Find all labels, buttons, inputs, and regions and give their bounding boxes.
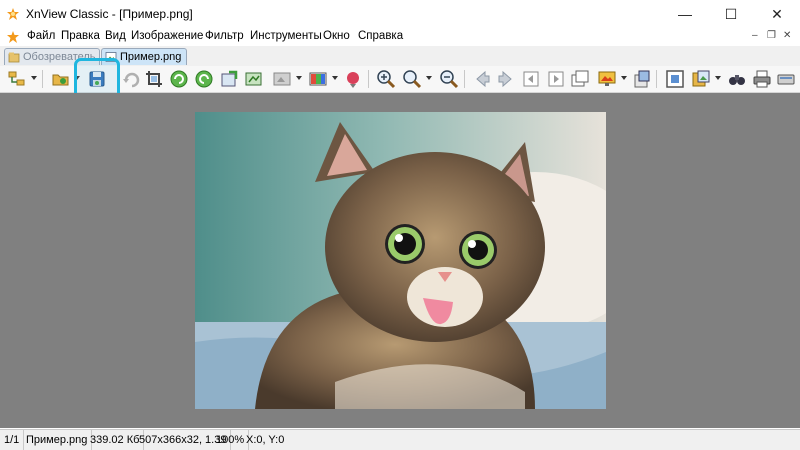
status-filename: Пример.png: [22, 430, 93, 450]
rotate-left-icon: [170, 70, 188, 88]
slideshow-dropdown-arrow[interactable]: [296, 76, 302, 80]
crop-icon: [146, 71, 162, 87]
toolbar-separator: [656, 70, 657, 88]
zoom-in-button[interactable]: [376, 69, 396, 89]
print-icon: [753, 70, 771, 88]
properties-button[interactable]: [632, 69, 652, 89]
screen-dropdown-arrow[interactable]: [621, 76, 627, 80]
next-button[interactable]: [496, 69, 516, 89]
mdi-minimize-button[interactable]: ‒: [752, 30, 758, 41]
screen-icon: [598, 71, 616, 86]
title-bar[interactable]: XnView Classic - [Пример.png] — ☐ ✕: [0, 0, 800, 28]
maximize-button[interactable]: ☐: [708, 0, 754, 28]
menu-file[interactable]: Файл: [27, 30, 55, 42]
screen-button[interactable]: [597, 69, 617, 89]
zoom-out-button[interactable]: [439, 69, 459, 89]
status-coordinates: X:0, Y:0: [246, 434, 285, 446]
status-image-index: 1/1: [0, 430, 25, 450]
undo-icon: [123, 72, 140, 88]
mdi-close-button[interactable]: ✕: [783, 30, 791, 41]
last-page-icon: [548, 71, 564, 87]
convert-button[interactable]: [244, 69, 264, 89]
filter-icon: [347, 72, 359, 88]
minimize-icon: —: [678, 6, 692, 22]
window-title: XnView Classic - [Пример.png]: [26, 7, 193, 21]
maximize-icon: ☐: [724, 5, 738, 22]
close-icon: ✕: [771, 5, 783, 22]
zoom-in-icon: [377, 70, 396, 89]
previous-icon: [476, 70, 490, 88]
tab-bar: Обозреватель Пример.png: [0, 46, 800, 67]
color-dropdown-arrow[interactable]: [332, 76, 338, 80]
next-icon: [498, 70, 512, 88]
crop-button[interactable]: [144, 69, 164, 89]
browser-dropdown-arrow[interactable]: [31, 76, 37, 80]
toolbar: [0, 66, 800, 93]
color-adjust-button[interactable]: [308, 69, 328, 89]
scan-button[interactable]: [776, 69, 796, 89]
slideshow-button[interactable]: [272, 69, 292, 89]
browser-tree-icon: [8, 71, 25, 86]
open-button[interactable]: [51, 69, 71, 89]
rotate-right-button[interactable]: [194, 69, 214, 89]
zoom-fit-icon: [403, 70, 422, 89]
mdi-restore-button[interactable]: ❐: [767, 30, 776, 41]
fit-window-button[interactable]: [665, 69, 685, 89]
copy-dropdown-arrow[interactable]: [715, 76, 721, 80]
color-adjust-icon: [309, 72, 327, 86]
tab-image-label: Пример.png: [120, 51, 182, 63]
undo-button[interactable]: [122, 69, 142, 89]
toolbar-separator: [368, 70, 369, 88]
scan-icon: [777, 74, 795, 85]
first-page-icon: [523, 71, 539, 87]
menu-image[interactable]: Изображение: [131, 30, 203, 42]
fullscreen-window-icon: [571, 70, 589, 87]
minimize-button[interactable]: —: [662, 0, 708, 28]
find-button[interactable]: [727, 69, 747, 89]
copy-image-button[interactable]: [691, 69, 711, 89]
menu-window[interactable]: Окно: [323, 30, 350, 42]
document-menu-icon[interactable]: [6, 30, 20, 44]
fullscreen-window-button[interactable]: [570, 69, 590, 89]
find-icon: [729, 75, 745, 85]
slideshow-icon: [273, 72, 291, 86]
zoom-dropdown-arrow[interactable]: [426, 76, 432, 80]
status-bar: 1/1 Пример.png 339.02 Кб 507x366x32, 1.3…: [0, 429, 800, 450]
browser-tab-icon: [8, 52, 20, 63]
rotate-left-button[interactable]: [169, 69, 189, 89]
menu-bar: Файл Правка Вид Изображение Фильтр Инстр…: [0, 28, 800, 46]
zoom-out-icon: [440, 70, 459, 89]
properties-icon: [634, 70, 650, 88]
menu-view[interactable]: Вид: [105, 30, 126, 42]
close-button[interactable]: ✕: [754, 0, 800, 28]
cat-photo-image: [195, 112, 606, 409]
copy-image-icon: [692, 70, 710, 87]
zoom-fit-button[interactable]: [402, 69, 422, 89]
menu-help[interactable]: Справка: [358, 30, 403, 42]
toolbar-separator: [464, 70, 465, 88]
first-page-button[interactable]: [521, 69, 541, 89]
menu-tools[interactable]: Инструменты: [250, 30, 322, 42]
last-page-button[interactable]: [546, 69, 566, 89]
xnview-app-icon: [7, 8, 19, 20]
previous-button[interactable]: [472, 69, 492, 89]
print-button[interactable]: [752, 69, 772, 89]
filter-button[interactable]: [343, 69, 363, 89]
fit-window-icon: [666, 70, 684, 88]
rotate-right-icon: [195, 70, 213, 88]
export-icon: [221, 70, 238, 87]
convert-icon: [245, 72, 262, 86]
menu-edit[interactable]: Правка: [61, 30, 100, 42]
open-folder-icon: [52, 74, 69, 86]
menu-filter[interactable]: Фильтр: [205, 30, 244, 42]
browser-tree-button[interactable]: [7, 69, 27, 89]
toolbar-separator: [42, 70, 43, 88]
export-button[interactable]: [220, 69, 240, 89]
